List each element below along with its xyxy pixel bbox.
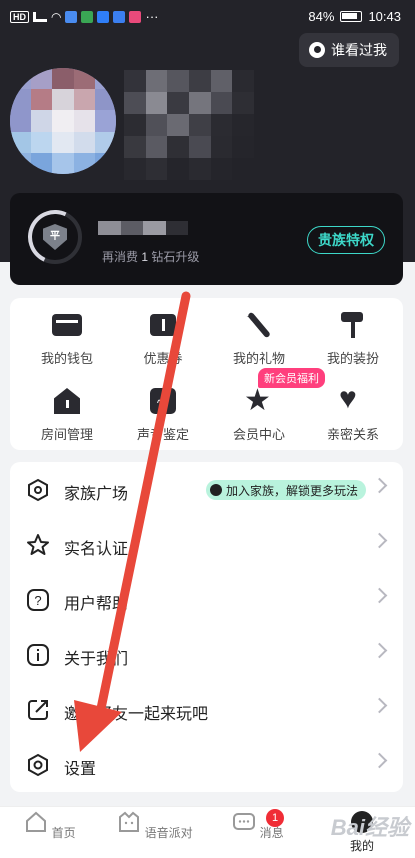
wifi-icon: ◠ bbox=[51, 9, 62, 24]
grid-item-member-center[interactable]: ★ 会员中心 bbox=[210, 386, 308, 443]
home-icon bbox=[26, 811, 47, 832]
vip-star-icon: ★ bbox=[244, 384, 271, 417]
grid-item-dressup[interactable]: 我的装扮 bbox=[304, 310, 402, 367]
menu-item-label: 设置 bbox=[64, 761, 97, 778]
family-icon bbox=[28, 478, 48, 502]
family-tag-icon bbox=[210, 484, 222, 496]
grid-item-label: 我的钱包 bbox=[40, 351, 93, 366]
join-family-tag[interactable]: 加入家族，解锁更多玩法 bbox=[206, 480, 367, 500]
grid-item-coupon[interactable]: 优惠券 bbox=[114, 310, 212, 367]
eye-icon bbox=[309, 42, 325, 58]
grid-item-intimacy[interactable]: ♥ 亲密关系 bbox=[304, 382, 402, 443]
username-redacted bbox=[124, 70, 254, 180]
vip-level-card[interactable]: 平 再消费 1 钻石升级 贵族特权 bbox=[10, 193, 403, 285]
new-member-badge: 新会员福利 bbox=[258, 368, 325, 388]
battery-percent: 84% bbox=[308, 9, 335, 24]
grid-item-label: 我的礼物 bbox=[232, 351, 285, 366]
menu-item-label: 实名认证 bbox=[64, 541, 129, 558]
star-badge-icon bbox=[27, 534, 49, 555]
tab-voice-party[interactable]: 语音派对 bbox=[115, 811, 195, 841]
feature-grid: 我的钱包 优惠券 ✦ 我的礼物 我的装扮 房间管理 ∿ 声音鉴定 ★ 会员中心 … bbox=[10, 298, 403, 450]
menu-item-label: 关于我们 bbox=[64, 651, 129, 668]
menu-item-invite[interactable]: 邀请好友一起来玩吧 bbox=[10, 682, 403, 737]
chevron-right-icon bbox=[371, 477, 388, 494]
chevron-right-icon bbox=[371, 587, 388, 604]
menu-item-about[interactable]: 关于我们 bbox=[10, 627, 403, 682]
chevron-right-icon bbox=[371, 532, 388, 549]
wallet-icon bbox=[52, 310, 82, 340]
menu-item-label: 邀请好友一起来玩吧 bbox=[64, 706, 209, 723]
menu-list: 家族广场 加入家族，解锁更多玩法 实名认证 ? 用户帮助 关于我们 邀请好友一起… bbox=[10, 462, 403, 792]
tab-home[interactable]: 首页 bbox=[10, 811, 90, 841]
paint-roller-icon bbox=[338, 310, 368, 340]
app-notification-icon bbox=[129, 10, 142, 23]
grid-item-wallet[interactable]: 我的钱包 bbox=[18, 310, 116, 367]
hd-indicator: HD bbox=[10, 10, 29, 23]
app-notification-icon bbox=[113, 10, 126, 23]
menu-item-family[interactable]: 家族广场 加入家族，解锁更多玩法 bbox=[10, 462, 403, 517]
grid-item-label: 亲密关系 bbox=[326, 427, 379, 442]
svg-text:?: ? bbox=[34, 593, 41, 608]
clock: 10:43 bbox=[368, 9, 401, 24]
noble-privilege-button[interactable]: 贵族特权 bbox=[307, 226, 385, 254]
tab-label: 消息 bbox=[259, 826, 284, 840]
grid-item-room-management[interactable]: 房间管理 bbox=[18, 386, 116, 443]
help-icon: ? bbox=[27, 589, 49, 611]
status-bar: HD ◠ ··· 84% 10:43 bbox=[0, 0, 415, 34]
upgrade-hint-suffix: 钻石升级 bbox=[151, 250, 200, 264]
app-notification-icon bbox=[65, 10, 78, 23]
menu-item-help[interactable]: ? 用户帮助 bbox=[10, 572, 403, 627]
tab-label: 首页 bbox=[51, 826, 76, 840]
menu-item-label: 用户帮助 bbox=[64, 596, 129, 613]
magic-wand-icon: ✦ bbox=[244, 310, 274, 340]
chevron-right-icon bbox=[371, 697, 388, 714]
settings-icon bbox=[28, 753, 48, 777]
tab-label: 语音派对 bbox=[144, 826, 193, 840]
avatar[interactable] bbox=[10, 68, 116, 174]
voice-wave-icon: ∿ bbox=[148, 386, 178, 416]
app-notification-icon bbox=[97, 10, 110, 23]
upgrade-hint: 再消费 1 钻石升级 bbox=[102, 248, 199, 265]
app-notification-icon bbox=[81, 10, 94, 23]
grid-item-label: 我的装扮 bbox=[326, 351, 379, 366]
house-icon bbox=[52, 386, 82, 416]
upgrade-hint-prefix: 再消费 bbox=[102, 250, 139, 264]
signal-icon bbox=[33, 11, 47, 22]
grid-item-label: 优惠券 bbox=[143, 351, 183, 366]
chevron-right-icon bbox=[371, 642, 388, 659]
grid-item-label: 房间管理 bbox=[40, 427, 93, 442]
message-count-badge: 1 bbox=[266, 809, 284, 827]
chevron-right-icon bbox=[371, 752, 388, 769]
battery-icon bbox=[340, 11, 363, 22]
menu-item-settings[interactable]: 设置 bbox=[10, 737, 403, 792]
heart-icon: ♥ bbox=[339, 382, 357, 415]
join-family-tag-label: 加入家族，解锁更多玩法 bbox=[226, 483, 359, 498]
menu-item-verification[interactable]: 实名认证 bbox=[10, 517, 403, 572]
more-notifications-icon: ··· bbox=[145, 9, 159, 24]
who-viewed-me-label: 谁看过我 bbox=[331, 42, 387, 58]
party-icon bbox=[119, 811, 140, 832]
watermark-logo: Bai经验 bbox=[330, 815, 409, 840]
coupon-icon bbox=[148, 310, 178, 340]
info-icon bbox=[27, 644, 49, 666]
tab-messages[interactable]: 消息 bbox=[218, 811, 298, 841]
who-viewed-me-button[interactable]: 谁看过我 bbox=[299, 33, 399, 67]
message-icon bbox=[233, 813, 256, 830]
menu-item-label: 家族广场 bbox=[64, 486, 129, 503]
vip-name-redacted bbox=[98, 221, 188, 235]
grid-item-label: 声音鉴定 bbox=[136, 427, 189, 442]
grid-item-label: 会员中心 bbox=[232, 427, 285, 442]
grid-item-gifts[interactable]: ✦ 我的礼物 bbox=[210, 310, 308, 367]
share-icon bbox=[28, 700, 48, 720]
grid-item-voice-test[interactable]: ∿ 声音鉴定 bbox=[114, 386, 212, 443]
upgrade-hint-count: 1 bbox=[141, 250, 149, 264]
